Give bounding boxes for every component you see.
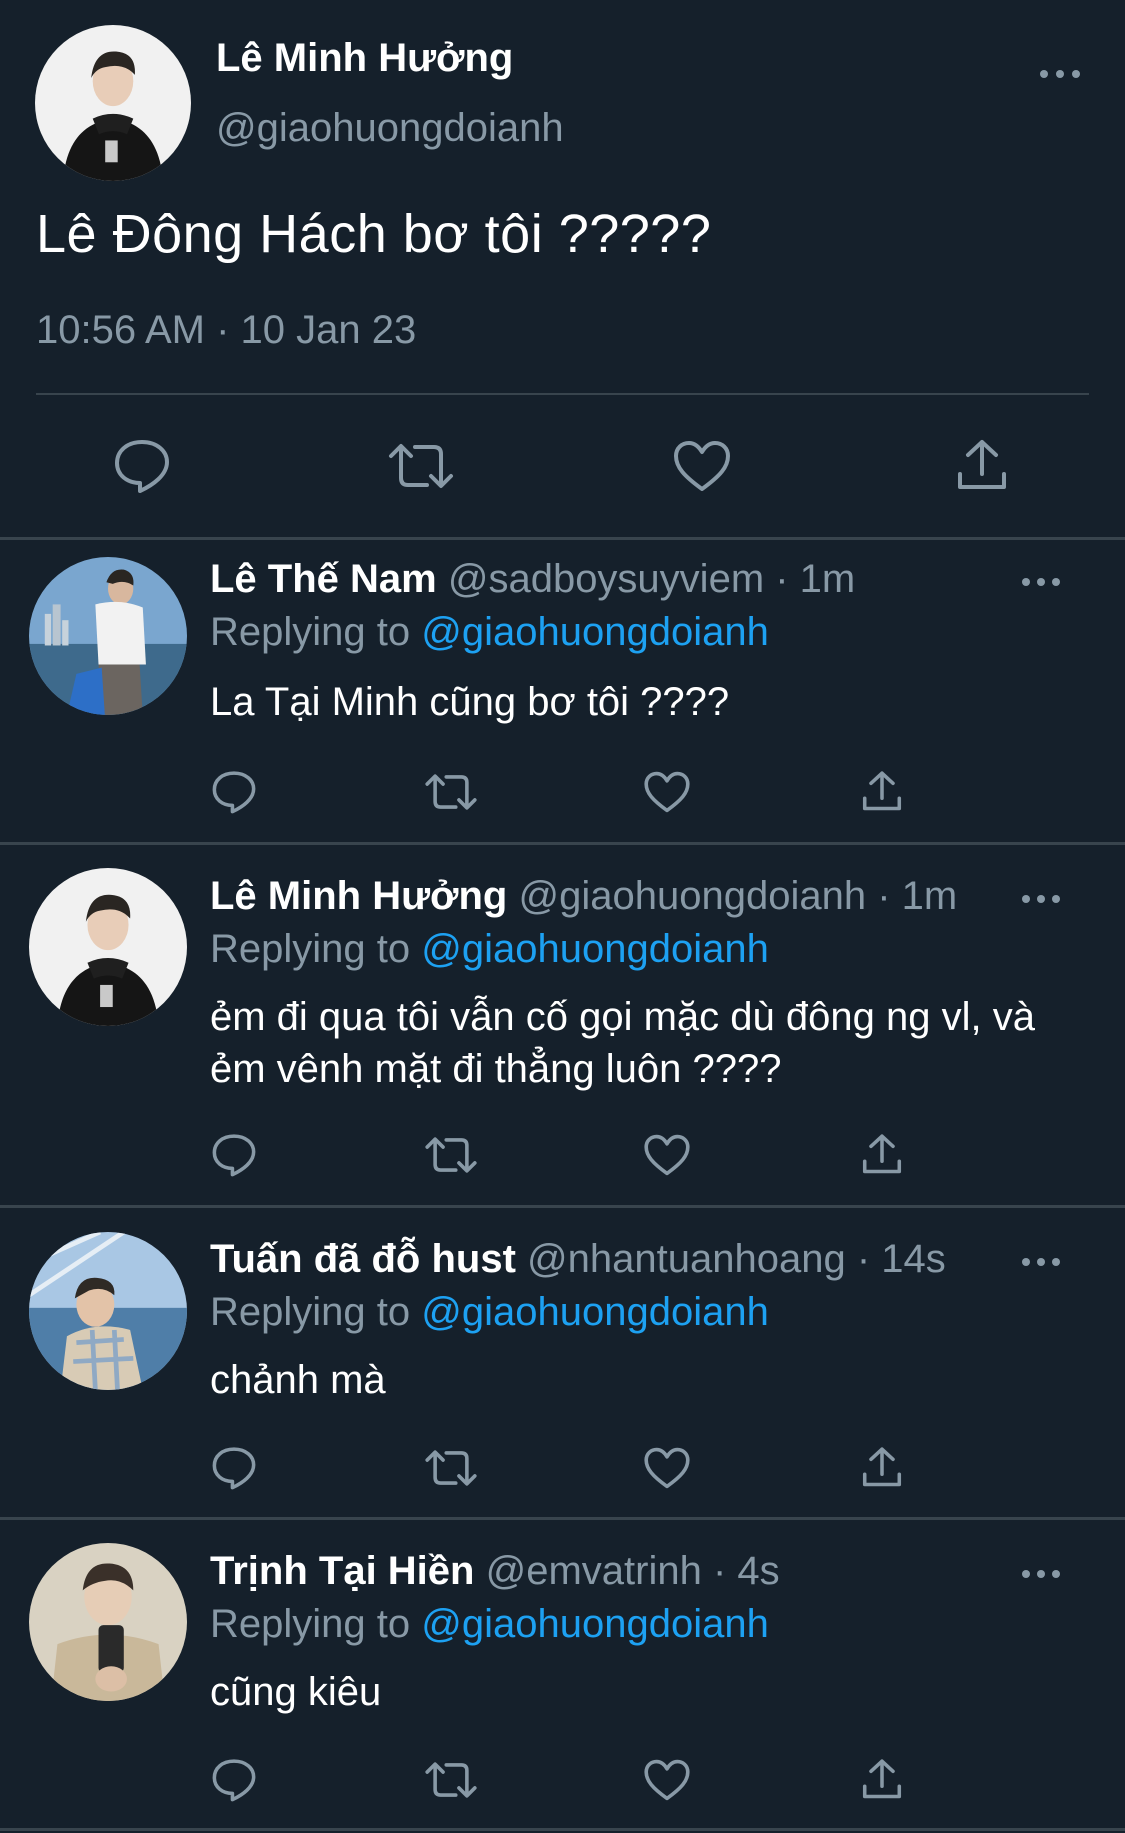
replying-label: Replying to	[210, 1290, 422, 1334]
share-icon[interactable]	[858, 1444, 906, 1492]
share-icon[interactable]	[858, 768, 906, 816]
retweet-icon[interactable]	[386, 436, 456, 496]
author-handle[interactable]: @nhantuanhoang · 14s	[527, 1237, 946, 1281]
reply-header: Lê Thế Nam @sadboysuyviem · 1m	[210, 557, 855, 602]
tweet-timestamp[interactable]: 10:56 AM · 10 Jan 23	[36, 308, 416, 353]
replying-to: Replying to @giaohuongdoianh	[210, 927, 769, 972]
tweet-text: Lê Đông Hách bơ tôi ?????	[36, 204, 712, 264]
reply-tweet[interactable]: Trịnh Tại Hiền @emvatrinh · 4s Replying …	[0, 1520, 1125, 1830]
more-icon[interactable]	[1022, 1250, 1060, 1274]
reply-text: cũng kiêu	[210, 1670, 382, 1714]
avatar[interactable]	[29, 1232, 187, 1390]
avatar[interactable]	[29, 868, 187, 1026]
mention-link[interactable]: @giaohuongdoianh	[421, 927, 769, 971]
reply-text: La Tại Minh cũng bơ tôi ????	[210, 680, 730, 724]
avatar[interactable]	[29, 1543, 187, 1701]
mention-link[interactable]: @giaohuongdoianh	[421, 1602, 769, 1646]
more-icon[interactable]	[1040, 62, 1080, 86]
reply-icon[interactable]	[210, 1444, 258, 1492]
more-icon[interactable]	[1022, 1562, 1060, 1586]
more-icon[interactable]	[1022, 887, 1060, 911]
share-icon[interactable]	[858, 1131, 906, 1179]
more-icon[interactable]	[1022, 570, 1060, 594]
reply-header: Lê Minh Hưởng @giaohuongdoianh · 1m	[210, 874, 957, 919]
replying-label: Replying to	[210, 1602, 422, 1646]
reply-tweet[interactable]: Lê Thế Nam @sadboysuyviem · 1m Replying …	[0, 540, 1125, 842]
reply-tweet[interactable]: Lê Minh Hưởng @giaohuongdoianh · 1m Repl…	[0, 845, 1125, 1205]
retweet-icon[interactable]	[423, 1756, 479, 1804]
author-handle[interactable]: @giaohuongdoianh	[216, 106, 564, 151]
reply-icon[interactable]	[210, 1131, 258, 1179]
reply-text: ẻm đi qua tôi vẫn cố gọi mặc dù đông ng …	[210, 995, 1035, 1091]
reply-text: chảnh mà	[210, 1358, 386, 1402]
author-name[interactable]: Trịnh Tại Hiền	[210, 1549, 474, 1593]
retweet-icon[interactable]	[423, 1131, 479, 1179]
author-name[interactable]: Tuấn đã đỗ hust	[210, 1237, 516, 1281]
divider	[0, 1828, 1125, 1831]
like-icon[interactable]	[670, 436, 734, 496]
mention-link[interactable]: @giaohuongdoianh	[421, 610, 769, 654]
retweet-icon[interactable]	[423, 1444, 479, 1492]
share-icon[interactable]	[858, 1756, 906, 1804]
replying-to: Replying to @giaohuongdoianh	[210, 1602, 769, 1647]
replying-label: Replying to	[210, 927, 422, 971]
like-icon[interactable]	[643, 1756, 691, 1804]
reply-header: Trịnh Tại Hiền @emvatrinh · 4s	[210, 1549, 780, 1594]
like-icon[interactable]	[643, 1444, 691, 1492]
replying-label: Replying to	[210, 610, 422, 654]
main-tweet: Lê Minh Hưởng @giaohuongdoianh Lê Đông H…	[0, 0, 1125, 538]
divider	[36, 393, 1089, 395]
reply-icon[interactable]	[210, 768, 258, 816]
reply-header: Tuấn đã đỗ hust @nhantuanhoang · 14s	[210, 1237, 946, 1282]
author-name[interactable]: Lê Thế Nam	[210, 557, 437, 601]
mention-link[interactable]: @giaohuongdoianh	[421, 1290, 769, 1334]
replying-to: Replying to @giaohuongdoianh	[210, 610, 769, 655]
like-icon[interactable]	[643, 1131, 691, 1179]
reply-tweet[interactable]: Tuấn đã đỗ hust @nhantuanhoang · 14s Rep…	[0, 1208, 1125, 1518]
author-handle[interactable]: @giaohuongdoianh · 1m	[519, 874, 958, 918]
author-handle[interactable]: @sadboysuyviem · 1m	[448, 557, 855, 601]
like-icon[interactable]	[643, 768, 691, 816]
author-name[interactable]: Lê Minh Hưởng	[216, 36, 513, 81]
author-name[interactable]: Lê Minh Hưởng	[210, 874, 507, 918]
avatar[interactable]	[35, 25, 191, 181]
retweet-icon[interactable]	[423, 768, 479, 816]
avatar[interactable]	[29, 557, 187, 715]
replying-to: Replying to @giaohuongdoianh	[210, 1290, 769, 1335]
reply-icon[interactable]	[210, 1756, 258, 1804]
author-handle[interactable]: @emvatrinh · 4s	[486, 1549, 780, 1593]
reply-icon[interactable]	[110, 436, 174, 496]
share-icon[interactable]	[950, 436, 1014, 496]
